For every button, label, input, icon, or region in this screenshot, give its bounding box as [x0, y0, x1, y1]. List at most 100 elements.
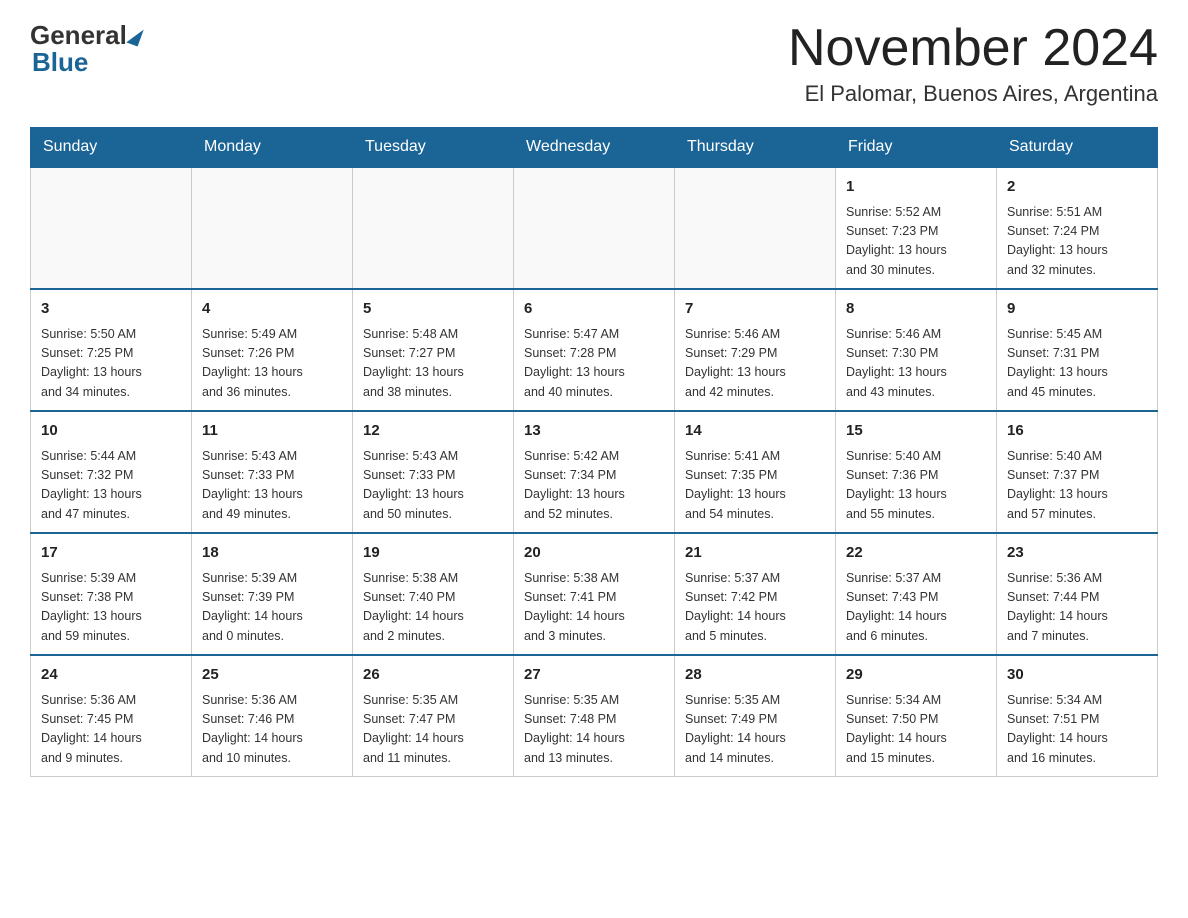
day-info: Sunrise: 5:41 AMSunset: 7:35 PMDaylight:…: [685, 447, 825, 525]
calendar-day-cell: 29 Sunrise: 5:34 AMSunset: 7:50 PMDayligh…: [836, 655, 997, 777]
calendar-day-cell: 2 Sunrise: 5:51 AMSunset: 7:24 PMDaylight…: [997, 167, 1158, 289]
calendar-table: SundayMondayTuesdayWednesdayThursdayFrid…: [30, 127, 1158, 777]
day-number: 23: [1007, 542, 1147, 565]
title-section: November 2024 El Palomar, Buenos Aires, …: [788, 20, 1158, 107]
day-number: 28: [685, 664, 825, 687]
calendar-day-cell: 17 Sunrise: 5:39 AMSunset: 7:38 PMDayligh…: [31, 533, 192, 655]
calendar-week-row: 10 Sunrise: 5:44 AMSunset: 7:32 PMDayligh…: [31, 411, 1158, 533]
day-number: 29: [846, 664, 986, 687]
day-number: 21: [685, 542, 825, 565]
calendar-week-row: 24 Sunrise: 5:36 AMSunset: 7:45 PMDayligh…: [31, 655, 1158, 777]
day-number: 30: [1007, 664, 1147, 687]
calendar-day-cell: 10 Sunrise: 5:44 AMSunset: 7:32 PMDayligh…: [31, 411, 192, 533]
calendar-header-monday: Monday: [192, 128, 353, 168]
day-info: Sunrise: 5:36 AMSunset: 7:44 PMDaylight:…: [1007, 569, 1147, 647]
day-info: Sunrise: 5:42 AMSunset: 7:34 PMDaylight:…: [524, 447, 664, 525]
calendar-day-cell: 1 Sunrise: 5:52 AMSunset: 7:23 PMDaylight…: [836, 167, 997, 289]
logo: General Blue: [30, 20, 143, 78]
location-title: El Palomar, Buenos Aires, Argentina: [788, 81, 1158, 107]
day-info: Sunrise: 5:40 AMSunset: 7:37 PMDaylight:…: [1007, 447, 1147, 525]
day-info: Sunrise: 5:37 AMSunset: 7:42 PMDaylight:…: [685, 569, 825, 647]
calendar-header-friday: Friday: [836, 128, 997, 168]
calendar-day-cell: 14Sunrise: 5:41 AMSunset: 7:35 PMDayligh…: [675, 411, 836, 533]
calendar-day-cell: 18 Sunrise: 5:39 AMSunset: 7:39 PMDayligh…: [192, 533, 353, 655]
day-number: 19: [363, 542, 503, 565]
day-info: Sunrise: 5:37 AMSunset: 7:43 PMDaylight:…: [846, 569, 986, 647]
day-number: 12: [363, 420, 503, 443]
day-number: 27: [524, 664, 664, 687]
day-info: Sunrise: 5:49 AMSunset: 7:26 PMDaylight:…: [202, 325, 342, 403]
calendar-day-cell: [514, 167, 675, 289]
day-info: Sunrise: 5:36 AMSunset: 7:45 PMDaylight:…: [41, 691, 181, 769]
calendar-day-cell: [675, 167, 836, 289]
calendar-header-thursday: Thursday: [675, 128, 836, 168]
calendar-day-cell: 23 Sunrise: 5:36 AMSunset: 7:44 PMDayligh…: [997, 533, 1158, 655]
day-info: Sunrise: 5:48 AMSunset: 7:27 PMDaylight:…: [363, 325, 503, 403]
calendar-day-cell: 13Sunrise: 5:42 AMSunset: 7:34 PMDayligh…: [514, 411, 675, 533]
day-number: 8: [846, 298, 986, 321]
calendar-day-cell: 24 Sunrise: 5:36 AMSunset: 7:45 PMDayligh…: [31, 655, 192, 777]
calendar-header-tuesday: Tuesday: [353, 128, 514, 168]
calendar-day-cell: 11 Sunrise: 5:43 AMSunset: 7:33 PMDayligh…: [192, 411, 353, 533]
calendar-header-wednesday: Wednesday: [514, 128, 675, 168]
day-info: Sunrise: 5:50 AMSunset: 7:25 PMDaylight:…: [41, 325, 181, 403]
calendar-day-cell: 20 Sunrise: 5:38 AMSunset: 7:41 PMDayligh…: [514, 533, 675, 655]
day-number: 5: [363, 298, 503, 321]
calendar-day-cell: 30 Sunrise: 5:34 AMSunset: 7:51 PMDayligh…: [997, 655, 1158, 777]
calendar-day-cell: 5 Sunrise: 5:48 AMSunset: 7:27 PMDaylight…: [353, 289, 514, 411]
day-number: 10: [41, 420, 181, 443]
calendar-day-cell: 4 Sunrise: 5:49 AMSunset: 7:26 PMDaylight…: [192, 289, 353, 411]
calendar-day-cell: 6Sunrise: 5:47 AMSunset: 7:28 PMDaylight…: [514, 289, 675, 411]
day-info: Sunrise: 5:45 AMSunset: 7:31 PMDaylight:…: [1007, 325, 1147, 403]
day-number: 4: [202, 298, 342, 321]
day-info: Sunrise: 5:46 AMSunset: 7:30 PMDaylight:…: [846, 325, 986, 403]
day-info: Sunrise: 5:38 AMSunset: 7:40 PMDaylight:…: [363, 569, 503, 647]
calendar-week-row: 3 Sunrise: 5:50 AMSunset: 7:25 PMDaylight…: [31, 289, 1158, 411]
day-number: 1: [846, 176, 986, 199]
calendar-day-cell: 22 Sunrise: 5:37 AMSunset: 7:43 PMDayligh…: [836, 533, 997, 655]
calendar-week-row: 1 Sunrise: 5:52 AMSunset: 7:23 PMDaylight…: [31, 167, 1158, 289]
calendar-day-cell: 7 Sunrise: 5:46 AMSunset: 7:29 PMDaylight…: [675, 289, 836, 411]
day-info: Sunrise: 5:39 AMSunset: 7:39 PMDaylight:…: [202, 569, 342, 647]
day-info: Sunrise: 5:46 AMSunset: 7:29 PMDaylight:…: [685, 325, 825, 403]
day-number: 25: [202, 664, 342, 687]
day-info: Sunrise: 5:34 AMSunset: 7:51 PMDaylight:…: [1007, 691, 1147, 769]
calendar-day-cell: [31, 167, 192, 289]
calendar-day-cell: 26 Sunrise: 5:35 AMSunset: 7:47 PMDayligh…: [353, 655, 514, 777]
day-info: Sunrise: 5:35 AMSunset: 7:49 PMDaylight:…: [685, 691, 825, 769]
day-number: 2: [1007, 176, 1147, 199]
day-number: 3: [41, 298, 181, 321]
calendar-header-row: SundayMondayTuesdayWednesdayThursdayFrid…: [31, 128, 1158, 168]
day-info: Sunrise: 5:38 AMSunset: 7:41 PMDaylight:…: [524, 569, 664, 647]
day-number: 11: [202, 420, 342, 443]
calendar-day-cell: 25 Sunrise: 5:36 AMSunset: 7:46 PMDayligh…: [192, 655, 353, 777]
day-info: Sunrise: 5:51 AMSunset: 7:24 PMDaylight:…: [1007, 203, 1147, 281]
day-info: Sunrise: 5:43 AMSunset: 7:33 PMDaylight:…: [202, 447, 342, 525]
day-number: 24: [41, 664, 181, 687]
day-info: Sunrise: 5:52 AMSunset: 7:23 PMDaylight:…: [846, 203, 986, 281]
day-info: Sunrise: 5:34 AMSunset: 7:50 PMDaylight:…: [846, 691, 986, 769]
calendar-header-saturday: Saturday: [997, 128, 1158, 168]
day-number: 6: [524, 298, 664, 321]
logo-blue-text: Blue: [30, 47, 88, 78]
calendar-day-cell: 16 Sunrise: 5:40 AMSunset: 7:37 PMDayligh…: [997, 411, 1158, 533]
calendar-day-cell: 27Sunrise: 5:35 AMSunset: 7:48 PMDayligh…: [514, 655, 675, 777]
day-number: 15: [846, 420, 986, 443]
calendar-week-row: 17 Sunrise: 5:39 AMSunset: 7:38 PMDayligh…: [31, 533, 1158, 655]
day-info: Sunrise: 5:39 AMSunset: 7:38 PMDaylight:…: [41, 569, 181, 647]
day-info: Sunrise: 5:35 AMSunset: 7:47 PMDaylight:…: [363, 691, 503, 769]
calendar-day-cell: [353, 167, 514, 289]
day-number: 17: [41, 542, 181, 565]
day-number: 18: [202, 542, 342, 565]
calendar-day-cell: 9Sunrise: 5:45 AMSunset: 7:31 PMDaylight…: [997, 289, 1158, 411]
day-info: Sunrise: 5:36 AMSunset: 7:46 PMDaylight:…: [202, 691, 342, 769]
day-number: 16: [1007, 420, 1147, 443]
day-number: 26: [363, 664, 503, 687]
logo-triangle-icon: [126, 25, 143, 46]
day-number: 22: [846, 542, 986, 565]
day-number: 7: [685, 298, 825, 321]
calendar-day-cell: 15Sunrise: 5:40 AMSunset: 7:36 PMDayligh…: [836, 411, 997, 533]
day-number: 20: [524, 542, 664, 565]
day-info: Sunrise: 5:43 AMSunset: 7:33 PMDaylight:…: [363, 447, 503, 525]
day-info: Sunrise: 5:44 AMSunset: 7:32 PMDaylight:…: [41, 447, 181, 525]
